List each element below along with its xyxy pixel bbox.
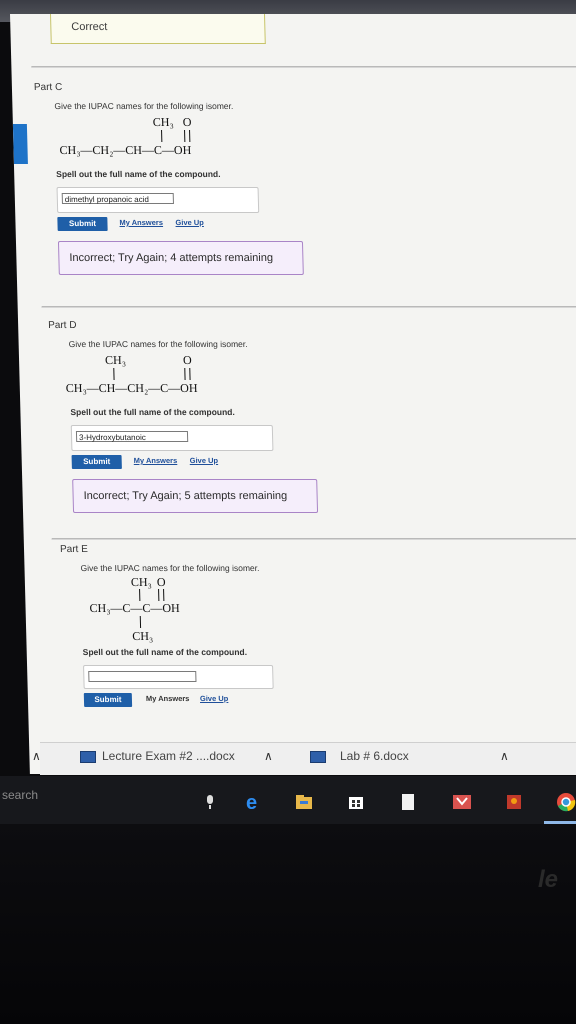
answer-box — [83, 665, 274, 689]
part-e: Part E Give the IUPAC names for the foll… — [60, 544, 274, 707]
notes-icon[interactable] — [398, 792, 418, 812]
button-row: Submit My Answers Give Up — [71, 455, 317, 469]
button-row: Submit My Answers Give Up — [83, 693, 274, 707]
svg-text:e: e — [246, 792, 257, 812]
give-up-link[interactable]: Give Up — [190, 456, 219, 465]
part-title: Part D — [48, 320, 77, 331]
submit-button[interactable]: Submit — [83, 693, 133, 707]
my-answers-link[interactable]: My Answers — [134, 456, 178, 465]
store-icon[interactable] — [346, 792, 366, 812]
formula-top-o: O — [182, 353, 192, 367]
formula-bottom-ch3: CH₃ — [132, 629, 154, 643]
button-row: Submit My Answers Give Up — [57, 217, 302, 231]
divider — [31, 66, 576, 68]
double-bond — [184, 130, 191, 142]
bond-line — [139, 589, 141, 601]
double-bond — [158, 589, 165, 601]
question-prompt: Give the IUPAC names for the following i… — [54, 101, 234, 111]
file-explorer-icon[interactable] — [294, 792, 314, 812]
monitor-bezel: le — [0, 824, 576, 1024]
formula-chain: CH₃—C—C—OH — [89, 601, 180, 615]
answer-input[interactable]: 3-Hydroxybutanoic — [75, 431, 189, 442]
book-icon[interactable] — [452, 792, 472, 812]
edge-icon[interactable]: e — [244, 792, 264, 814]
incorrect-feedback: Incorrect; Try Again; 4 attempts remaini… — [57, 241, 304, 275]
question-prompt: Give the IUPAC names for the following i… — [68, 339, 248, 349]
spell-instruction: Spell out the full name of the compound. — [56, 169, 221, 179]
microphone-icon[interactable] — [200, 792, 220, 812]
correct-label: Correct — [71, 21, 108, 33]
incorrect-feedback: Incorrect; Try Again; 5 attempts remaini… — [72, 479, 319, 513]
download-item-lab6[interactable]: Lab # 6.docx — [340, 749, 409, 763]
structural-formula: CH₃ O CH₃—CH—CH₂—C—OH — [66, 349, 316, 407]
give-up-link[interactable]: Give Up — [200, 694, 229, 703]
app-icon[interactable] — [504, 792, 524, 812]
answer-input[interactable] — [88, 671, 197, 682]
chevron-up-icon[interactable]: ∧ — [500, 749, 509, 763]
chrome-icon[interactable] — [556, 792, 576, 812]
my-answers-link[interactable]: My Answers — [146, 694, 190, 703]
submit-button[interactable]: Submit — [71, 455, 122, 469]
submit-button[interactable]: Submit — [57, 217, 108, 231]
bond-line — [161, 130, 163, 142]
formula-top-ch3: CH₃ — [104, 353, 127, 367]
structural-formula: CH₃ O CH₃—CH₂—CH—C—OH — [59, 111, 302, 169]
word-doc-icon — [310, 751, 326, 763]
give-up-link[interactable]: Give Up — [175, 218, 204, 227]
structural-formula: CH₃ O CH₃—C—C—OH CH₃ — [85, 573, 273, 647]
formula-chain: CH₃—CH₂—CH—C—OH — [59, 143, 192, 157]
bond-line — [139, 616, 142, 628]
taskbar: search e — [0, 776, 576, 824]
word-doc-icon — [80, 751, 96, 763]
formula-top-o: O — [182, 115, 192, 129]
answer-box: dimethyl propanoic acid — [56, 187, 260, 213]
spell-instruction: Spell out the full name of the compound. — [70, 407, 235, 417]
part-d: Part D Give the IUPAC names for the foll… — [48, 320, 319, 513]
question-prompt: Give the IUPAC names for the following i… — [80, 563, 260, 573]
part-c: Part C Give the IUPAC names for the foll… — [34, 82, 304, 275]
my-answers-link[interactable]: My Answers — [119, 218, 163, 227]
download-item-lecture-exam[interactable]: Lecture Exam #2 ....docx — [102, 749, 235, 763]
taskbar-search[interactable]: search — [2, 788, 38, 802]
bond-line — [113, 368, 115, 380]
formula-chain: CH₃—CH—CH₂—C—OH — [65, 381, 198, 395]
answer-box: 3-Hydroxybutanoic — [70, 425, 274, 451]
answer-input[interactable]: dimethyl propanoic acid — [61, 193, 174, 204]
divider — [41, 306, 576, 308]
chevron-up-icon[interactable]: ∧ — [264, 749, 273, 763]
divider — [51, 538, 576, 540]
chevron-up-icon[interactable]: ∧ — [32, 749, 41, 763]
page-left-accent — [12, 124, 28, 164]
spell-instruction: Spell out the full name of the compound. — [82, 647, 248, 657]
double-bond — [184, 368, 191, 380]
monitor-brand-logo: le — [538, 866, 559, 893]
correct-feedback-box: Correct — [50, 14, 266, 44]
formula-top-ch3: CH₃ — [152, 115, 174, 129]
formula-top-ch3: CH₃ — [130, 575, 152, 589]
part-title: Part C — [33, 82, 63, 93]
formula-top-o: O — [156, 575, 166, 589]
part-title: Part E — [59, 544, 88, 555]
quiz-page: Correct Part C Give the IUPAC names for … — [10, 14, 576, 774]
downloads-bar: ∧ Lecture Exam #2 ....docx ∧ Lab # 6.doc… — [32, 742, 576, 775]
